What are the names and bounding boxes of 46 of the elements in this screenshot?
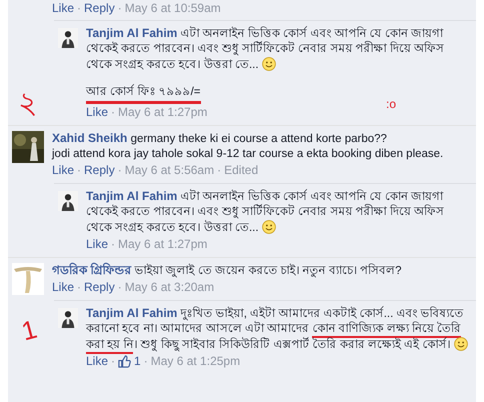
- timestamp: May 6 at 1:25pm: [150, 354, 240, 369]
- author-link[interactable]: Tanjim Al Fahim: [86, 189, 178, 203]
- separator-dot: ·: [77, 163, 82, 178]
- separator-dot: ·: [118, 163, 122, 178]
- smiley-icon: [262, 57, 276, 71]
- smiley-icon: [262, 220, 276, 234]
- timestamp: Edited: [224, 163, 258, 178]
- action-link[interactable]: Reply: [84, 163, 115, 178]
- annotation-mark: :o: [386, 97, 396, 111]
- author-link[interactable]: Xahid Sheikh: [52, 131, 128, 145]
- timestamp: May 6 at 10:59am: [124, 1, 221, 16]
- comment-text: Xahid Sheikh germany theke ki ei course a attend korte parbo?? jodi attend kora jay tahole sokal 9-12 tar course a ekta booking diben please.: [52, 131, 444, 162]
- action-link[interactable]: Like: [52, 280, 74, 295]
- comment-text: Tanjim Al Fahim এটা অনলাইন ভিত্তিক কোর্স এবং আপনি যে কোন জায়গা থেকেই করতে পারবেন। এবং শুধু সার্টিফিকেট নেবার সময় পরীক্ষা দিয়ে অফিস থেকে সংগ্রহ করতে হবে। উত্তরা তে...: [86, 189, 445, 236]
- separator-dot: ·: [111, 354, 116, 369]
- annotation-mark: ২: [18, 86, 38, 122]
- comment-text: Tanjim Al Fahim এটা অনলাইন ভিত্তিক কোর্স এবং আপনি যে কোন জায়গা থেকেই করতে পারবেন। এবং শুধু সার্টিফিকেট নেবার সময় পরীক্ষা দিয়ে অফিস থেকে সংগ্রহ করতে হবে। উত্তরা তে...: [86, 26, 445, 73]
- separator-dot: ·: [111, 237, 116, 252]
- separator-dot: ·: [77, 280, 82, 295]
- timestamp: May 6 at 3:20am: [124, 280, 214, 295]
- action-link[interactable]: Reply: [84, 280, 115, 295]
- separator-dot: ·: [217, 163, 222, 178]
- comment-text: গডরিক গ্রিফিন্ডর ভাইয়া জুলাই তে জয়েন করতে চাই। নতুন ব্যাচে। পসিবল?: [52, 263, 403, 279]
- timestamp: May 6 at 1:27pm: [118, 237, 208, 252]
- like-count: 1: [134, 354, 141, 369]
- author-link[interactable]: Tanjim Al Fahim: [86, 26, 178, 40]
- action-link[interactable]: Like: [86, 354, 108, 369]
- separator-dot: ·: [118, 280, 122, 295]
- action-link[interactable]: Like: [52, 163, 74, 178]
- author-link[interactable]: গডরিক গ্রিফিন্ডর: [52, 263, 132, 277]
- separator-dot: ·: [111, 105, 116, 120]
- annotation-mark: 1: [18, 314, 40, 348]
- action-link[interactable]: Like: [86, 237, 108, 252]
- action-link[interactable]: Like: [86, 105, 108, 120]
- thumbs-up-icon: [118, 355, 132, 368]
- separator-dot: ·: [118, 1, 122, 16]
- action-link[interactable]: Like: [52, 1, 74, 16]
- smiley-icon: [454, 337, 468, 351]
- action-link[interactable]: Reply: [84, 1, 115, 16]
- timestamp: May 6 at 5:56am: [124, 163, 214, 178]
- fee-text: আর কোর্স ফিঃ ৭৯৯৯/=: [86, 85, 200, 104]
- separator-dot: ·: [77, 1, 82, 16]
- separator-dot: ·: [144, 354, 148, 369]
- timestamp: May 6 at 1:27pm: [118, 105, 208, 120]
- author-link[interactable]: Tanjim Al Fahim: [86, 306, 178, 320]
- comment-text: Tanjim Al Fahim দুঃখিত ভাইয়া, এইটা আমাদের একটাই কোর্স... এবং ভবিষ্যতে করানো হবে না। আমাদের আসলে এটা আমাদের কোন বাণিজ্যিক লক্ষ্য নিয়ে তৈরি করা হয় নি। শুধু কিছু সাইবার সিকিউরিটি এক্সপার্ট তৈরি করার লক্ষ্যেই এই কোর্স।: [86, 306, 472, 353]
